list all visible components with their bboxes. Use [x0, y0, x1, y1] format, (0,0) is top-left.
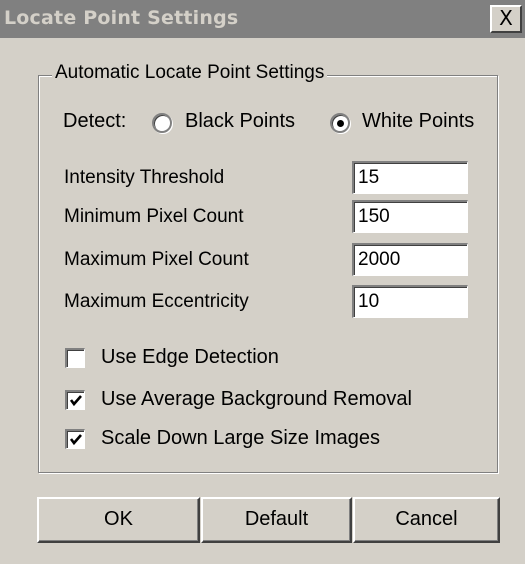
use-average-background-removal-label[interactable]: Use Average Background Removal [101, 388, 412, 411]
maximum-pixel-count-label: Maximum Pixel Count [64, 249, 249, 270]
maximum-pixel-count-input[interactable] [352, 243, 468, 276]
close-icon: X [499, 6, 513, 30]
radio-white-points[interactable] [330, 113, 350, 133]
cancel-button[interactable]: Cancel [353, 497, 500, 543]
use-edge-detection-label[interactable]: Use Edge Detection [101, 346, 279, 369]
radio-white-points-label[interactable]: White Points [362, 110, 474, 133]
group-legend: Automatic Locate Point Settings [52, 62, 328, 84]
close-button[interactable]: X [490, 5, 522, 33]
use-average-background-removal-checkbox[interactable] [65, 390, 85, 410]
window-title: Locate Point Settings [4, 7, 239, 29]
use-edge-detection-checkbox[interactable] [65, 348, 85, 368]
intensity-threshold-label: Intensity Threshold [64, 167, 225, 188]
intensity-threshold-input[interactable] [352, 161, 468, 194]
maximum-eccentricity-label: Maximum Eccentricity [64, 291, 249, 312]
detect-label: Detect: [63, 110, 127, 132]
minimum-pixel-count-input[interactable] [352, 200, 468, 233]
scale-down-large-images-label[interactable]: Scale Down Large Size Images [101, 427, 380, 450]
default-button[interactable]: Default [201, 497, 352, 543]
radio-black-points[interactable] [152, 113, 172, 133]
locate-point-settings-dialog: Locate Point Settings X Automatic Locate… [0, 0, 525, 564]
minimum-pixel-count-label: Minimum Pixel Count [64, 206, 244, 227]
scale-down-large-images-checkbox[interactable] [65, 429, 85, 449]
title-bar[interactable]: Locate Point Settings X [0, 0, 525, 38]
ok-button[interactable]: OK [37, 497, 200, 543]
checkmark-icon [69, 434, 82, 446]
checkmark-icon [69, 395, 82, 407]
maximum-eccentricity-input[interactable] [352, 285, 468, 318]
radio-black-points-label[interactable]: Black Points [185, 110, 295, 133]
